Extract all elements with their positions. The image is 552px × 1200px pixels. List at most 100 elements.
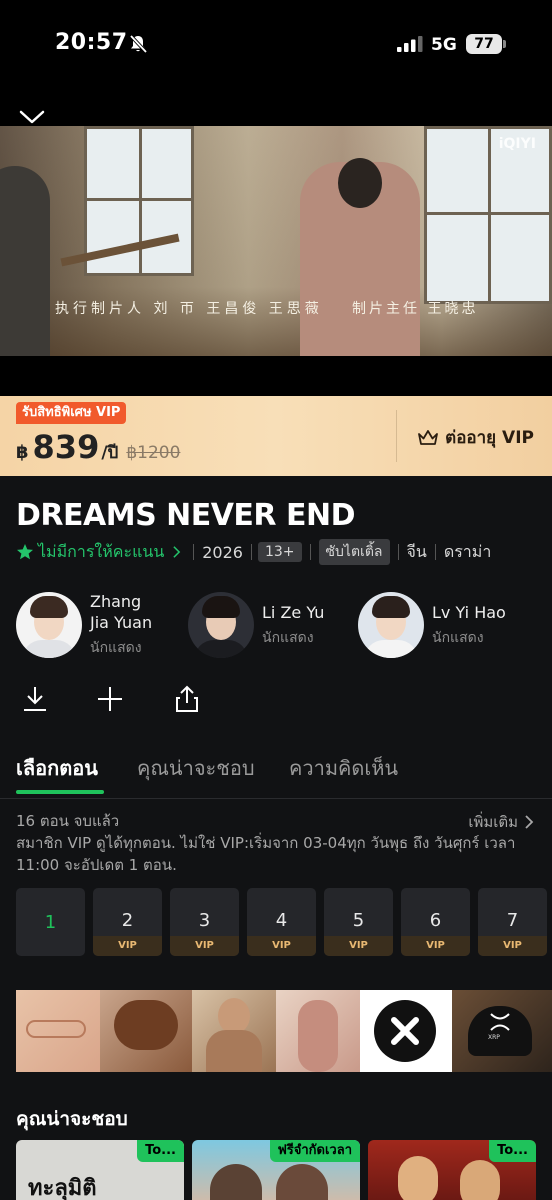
episode-number: 2 [121,910,134,931]
ad-image [100,990,192,1072]
avatar [358,592,424,658]
show-title: DREAMS NEVER END [16,498,355,533]
episode-button[interactable]: 1 [16,888,85,956]
tab-recommend[interactable]: คุณน่าจะชอบ [137,752,255,784]
cast-item[interactable]: Li Ze Yu นักแสดง [188,590,324,660]
episode-button[interactable]: 6 VIP [401,888,470,956]
ad-image [360,990,452,1072]
ad-image [16,990,100,1072]
recommend-card[interactable]: ทะลุมิติ To... [16,1140,184,1200]
star-icon [17,544,33,560]
video-credit-right: 制片主任 王晓忠 [352,301,479,317]
vip-divider [396,410,397,462]
rating-text: ไม่มีการให้คะแนน [38,541,165,561]
ad-image: XRP [452,990,552,1072]
rating-link[interactable]: ไม่มีการให้คะแนน [16,540,185,565]
xrp-label: XRP [488,1034,500,1041]
cast-list: Zhang Jia Yuan นักแสดง Li Ze Yu นักแสดง … [16,590,552,660]
episodes-more-label: เพิ่มเติม [468,813,518,831]
episodes-more-link[interactable]: เพิ่มเติม [468,810,534,834]
episode-number: 3 [198,910,211,931]
avatar [16,592,82,658]
episode-vip-badge: VIP [401,936,470,956]
vip-promo-banner[interactable]: รับสิทธิพิเศษ VIP ฿ 839 /ปี ฿1200 ต่ออาย… [0,396,552,476]
avatar [188,592,254,658]
age-rating-badge: 13+ [257,542,302,562]
cast-name: Zhang [90,592,142,611]
vip-promo-tag: รับสิทธิพิเศษ VIP [16,402,127,424]
vip-renew-button[interactable]: ต่ออายุ VIP [417,424,534,451]
vip-unit: /ปี [101,443,119,463]
recommend-badge: To... [137,1140,184,1162]
ad-banner[interactable]: XRP [16,990,552,1072]
cast-role: นักแสดง [432,629,484,646]
cast-item[interactable]: Zhang Jia Yuan นักแสดง [16,590,152,660]
recommend-badge: ฟรีจำกัดเวลา [269,1140,360,1162]
episode-number: 1 [44,912,57,933]
tab-divider [0,798,552,799]
vip-amount: 839 [32,428,100,466]
recommend-title: คุณน่าจะชอบ [16,1108,128,1130]
signal-icon [397,36,423,52]
recommend-card[interactable]: To... [368,1140,536,1200]
episode-button[interactable]: 5 VIP [324,888,393,956]
episode-info: 16 ตอน จบแล้ว สมาชิก VIP ดูได้ทุกตอน. ไม… [16,810,536,876]
episode-number: 5 [352,910,365,931]
recommend-card[interactable]: ฟรีจำกัดเวลา [192,1140,360,1200]
share-icon[interactable] [172,684,202,714]
chevron-down-icon[interactable] [18,108,46,126]
iqiyi-watermark: iQIYI [498,136,536,152]
vip-currency: ฿ [16,442,29,463]
video-person-head [338,158,382,208]
episode-button[interactable]: 7 VIP [478,888,547,956]
episode-number: 7 [506,910,519,931]
meta-separator [250,544,252,560]
poster-title: ทะลุมิติ [28,1176,97,1200]
video-player[interactable]: iQIYI 执行制片人 刘 帀 王昌俊 王思薇 制片主任 王晓忠 [0,90,552,396]
network-type: 5G [431,35,457,55]
crown-icon [418,429,439,445]
episode-vip-badge: VIP [93,936,162,956]
show-country: จีน [406,541,427,561]
vip-price: ฿ 839 /ปี ฿1200 [16,428,180,466]
meta-separator [434,544,436,560]
episode-vip-badge: VIP [170,936,239,956]
recommend-list: ทะลุมิติ To... ฟรีจำกัดเวลา To... [16,1140,552,1200]
tab-episodes[interactable]: เลือกตอน [16,752,98,784]
meta-separator [309,544,311,560]
tab-comments[interactable]: ความคิดเห็น [289,752,398,784]
cast-name: Jia Yuan [90,613,153,632]
cast-name: Lv Yi Hao [432,602,506,622]
episode-vip-badge: VIP [478,936,547,956]
chevron-right-icon [525,815,534,829]
show-year: 2026 [202,542,243,562]
episode-button[interactable]: 4 VIP [247,888,316,956]
video-window [424,126,552,304]
subtitle-badge: ซับไตเติ้ล [318,539,390,565]
recommend-badge: To... [489,1140,536,1162]
download-icon[interactable] [20,684,50,714]
battery-tip [503,40,506,48]
cast-role: นักแสดง [90,640,142,656]
episode-number: 6 [429,910,442,931]
cast-item[interactable]: Lv Yi Hao นักแสดง [358,590,506,660]
vip-old-price: ฿1200 [126,443,181,463]
status-bar: 20:57 5G 77 [0,0,552,90]
meta-separator [397,544,399,560]
status-time: 20:57 [55,30,128,55]
episode-button[interactable]: 3 VIP [170,888,239,956]
meta-separator [193,544,195,560]
episode-button[interactable]: 2 VIP [93,888,162,956]
ad-image [276,990,360,1072]
ad-image [192,990,276,1072]
vip-renew-label: ต่ออายุ VIP [445,428,534,448]
cast-role: นักแสดง [262,629,314,646]
plus-icon[interactable] [95,684,125,714]
episode-vip-badge: VIP [324,936,393,956]
episode-grid: 1 2 VIP 3 VIP 4 VIP 5 VIP 6 VIP 7 VIP [16,888,552,956]
episode-schedule: สมาชิก VIP ดูได้ทุกตอน. ไม่ใช่ VIP:เริ่ม… [16,834,516,874]
battery-icon: 77 [466,34,502,54]
video-credit-left: 执行制片人 刘 帀 王昌俊 王思薇 [55,301,323,317]
video-person-left [0,166,50,356]
video-frame[interactable]: iQIYI 执行制片人 刘 帀 王昌俊 王思薇 制片主任 王晓忠 [0,126,552,356]
